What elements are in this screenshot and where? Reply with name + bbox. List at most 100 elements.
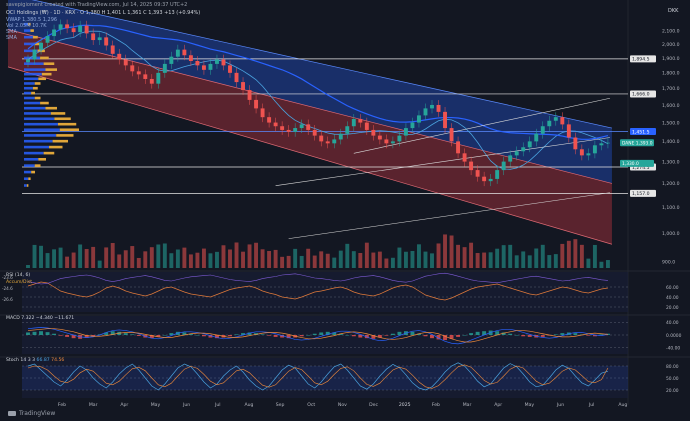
volume-bar-22 <box>169 253 174 268</box>
macd-hist-27 <box>201 335 206 337</box>
price-tick-7: 1,600.0 <box>662 103 680 109</box>
volume-bar-18 <box>143 251 148 268</box>
price-tick-1: 1,000.0 <box>662 231 680 237</box>
candle-body-61 <box>423 108 428 116</box>
candle-body-87 <box>592 145 597 154</box>
volume-bar-30 <box>221 245 226 268</box>
price-badge-label-0: DANE 1,393.0 <box>622 141 653 147</box>
vp-bar-down-13 <box>34 96 41 100</box>
vp-bar-down-19 <box>59 128 79 132</box>
chart-canvas[interactable]: 1,894.51,666.01,451.51,274.51,157.0900.0… <box>0 0 690 421</box>
volume-bar-52 <box>364 242 369 268</box>
volume-bar-25 <box>188 254 193 268</box>
vp-bar-down-15 <box>45 106 57 110</box>
price-tick-9: 1,800.0 <box>662 71 680 77</box>
tradingview-logo-icon <box>8 411 16 416</box>
vp-bar-down-2 <box>32 35 38 39</box>
macd-hist-2 <box>39 331 43 335</box>
volume-bar-42 <box>299 255 304 268</box>
rsi-legend[interactable]: RSI (14, 6) <box>6 273 30 278</box>
volume-bar-29 <box>215 251 219 268</box>
macd-panel: -40.00 0.0000 40.00 <box>0 314 690 354</box>
vp-bar-down-1 <box>30 29 34 32</box>
candle-body-85 <box>579 149 584 156</box>
macd-hist-61 <box>423 335 428 337</box>
vp-bar-up-12 <box>24 91 32 95</box>
x-tick-17: Jul <box>588 402 595 408</box>
x-tick-10: Dec <box>369 402 378 408</box>
vp-bar-up-8 <box>24 72 42 76</box>
vp-bar-down-10 <box>34 82 41 85</box>
stoch-legend[interactable]: Stoch 14 3 3 66.87 74.56 <box>6 358 64 363</box>
macd-hist-77 <box>527 335 532 337</box>
volume-bar-17 <box>136 257 141 268</box>
candle-body-52 <box>364 122 369 130</box>
x-tick-4: Jun <box>182 402 190 408</box>
macd-hist-68 <box>469 333 474 335</box>
symbol-info[interactable]: OCI Holdings (₩) · 1D · KRX · O 1,380 H … <box>6 10 200 16</box>
level-label-4: 1,157.0 <box>632 191 650 197</box>
volume-bar-74 <box>508 244 513 268</box>
candle-body-21 <box>162 63 167 73</box>
vp-bar-up-21 <box>24 139 53 143</box>
volume-bar-46 <box>325 253 330 268</box>
candle-body-88 <box>599 143 604 146</box>
price-tick-6: 1,500.0 <box>662 120 680 126</box>
vp-bar-down-28 <box>26 184 29 187</box>
candle-body-23 <box>175 49 180 57</box>
price-panel: 1,894.51,666.01,451.51,274.51,157.0900.0… <box>0 0 690 421</box>
volume-bar-40 <box>286 255 291 268</box>
volume-bar-15 <box>123 250 128 268</box>
candle-body-6 <box>65 24 70 29</box>
candle-body-27 <box>201 65 206 70</box>
volume-bar-73 <box>501 245 506 268</box>
candle-body-55 <box>384 139 389 144</box>
candle-body-62 <box>430 104 434 109</box>
macd-hist-17 <box>136 335 141 336</box>
stoch-panel-tick-1: 50.00 <box>666 376 679 382</box>
candle-body-37 <box>267 117 272 123</box>
volume-bar-87 <box>592 244 597 268</box>
macd-legend[interactable]: MACD 7.322 −4.340 −11.671 <box>6 316 74 321</box>
price-tick-3: 1,200.0 <box>662 181 680 187</box>
vp-bar-down-11 <box>32 86 38 90</box>
volume-bar-20 <box>156 244 161 268</box>
candle-body-35 <box>254 99 259 109</box>
candle-body-51 <box>358 118 363 123</box>
volume-bar-12 <box>104 247 109 268</box>
volume-bar-50 <box>351 251 356 268</box>
volume-bar-0 <box>26 265 30 268</box>
candle-body-74 <box>508 155 513 162</box>
price-tick-10: 1,900.0 <box>662 56 680 62</box>
macd-hist-21 <box>162 335 167 336</box>
price-tick-11: 2,000.0 <box>662 42 680 48</box>
candle-body-89 <box>605 142 610 144</box>
volume-bar-77 <box>527 255 532 268</box>
candle-body-70 <box>482 176 487 182</box>
candle-body-18 <box>143 74 148 79</box>
volume-bar-5 <box>58 247 63 268</box>
tradingview-brand[interactable]: TradingView <box>8 410 55 417</box>
accum-legend[interactable]: Accum/Dist <box>6 280 32 285</box>
volume-bar-54 <box>377 251 382 268</box>
volume-bar-79 <box>540 244 545 268</box>
vp-bar-up-11 <box>24 86 33 90</box>
vp-bar-down-14 <box>40 101 49 105</box>
indicator-sma2-legend[interactable]: SMA <box>6 35 17 41</box>
candle-body-42 <box>299 124 304 129</box>
candle-body-71 <box>488 178 493 182</box>
macd-panel-tick-0: -40.00 <box>666 345 680 351</box>
level-label-2: 1,451.5 <box>632 129 650 135</box>
vp-bar-down-22 <box>49 145 63 149</box>
candle-body-16 <box>130 65 135 72</box>
candle-body-4 <box>52 29 57 37</box>
rsi-left-label-1: -24.6 <box>2 286 13 291</box>
volume-bar-33 <box>241 251 245 268</box>
volume-bar-57 <box>397 247 402 268</box>
volume-bar-31 <box>228 249 232 268</box>
candle-body-33 <box>241 82 245 91</box>
volume-bar-16 <box>130 246 135 268</box>
vp-bar-up-19 <box>24 128 60 132</box>
volume-bar-85 <box>579 244 584 268</box>
candle-body-65 <box>449 128 454 142</box>
